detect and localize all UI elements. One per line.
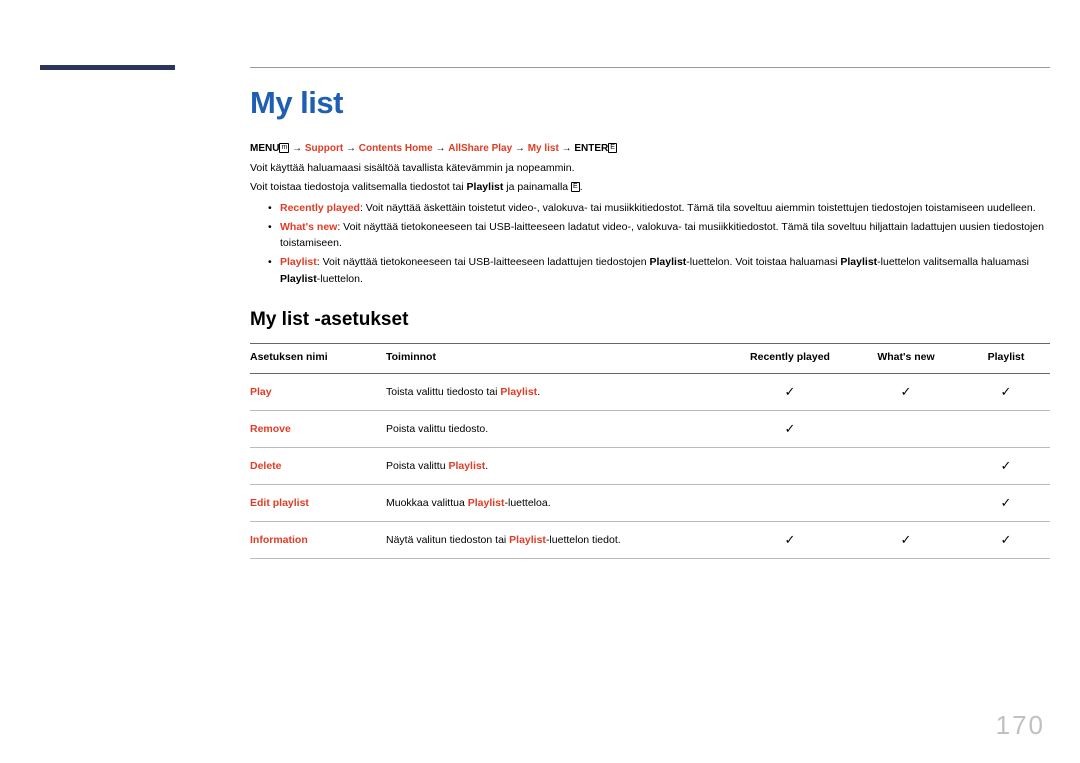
list-item: What's new: Voit näyttää tietokoneeseen …	[250, 219, 1050, 252]
intro-playlist-strong: Playlist	[467, 181, 504, 193]
bullet-text: : Voit näyttää äskettäin toistetut video…	[360, 202, 1036, 214]
intro-text-2c: ja painamalla	[503, 181, 571, 193]
bullet-text: : Voit näyttää tietokoneeseen tai USB-la…	[280, 221, 1044, 249]
subheading: My list -asetukset	[250, 309, 1050, 331]
check-cell	[730, 484, 850, 521]
list-item: Playlist: Voit näyttää tietokoneeseen ta…	[250, 254, 1050, 287]
setting-func-cell: Näytä valitun tiedoston tai Playlist-lue…	[386, 521, 730, 558]
setting-name-cell: Remove	[250, 410, 386, 447]
check-cell: ✓	[730, 410, 850, 447]
breadcrumb-allshare: AllShare Play	[448, 143, 512, 154]
check-cell: ✓	[962, 484, 1050, 521]
breadcrumb-arrow: →	[292, 143, 305, 154]
playlist-strong: Playlist	[650, 256, 687, 268]
table-row: Edit playlistMuokkaa valittua Playlist-l…	[250, 484, 1050, 521]
table-row: DeletePoista valittu Playlist. ✓	[250, 447, 1050, 484]
setting-func-cell: Poista valittu tiedosto.	[386, 410, 730, 447]
bullet-text: -luettelon.	[317, 273, 363, 285]
menu-icon: m	[279, 143, 289, 153]
bullet-lead: Playlist	[280, 256, 317, 268]
playlist-strong: Playlist	[840, 256, 877, 268]
check-cell: ✓	[962, 373, 1050, 410]
intro-text-2: Voit toistaa tiedostoja valitsemalla tie…	[250, 179, 1050, 195]
table-row: RemovePoista valittu tiedosto.✓	[250, 410, 1050, 447]
col-header-whats-new: What's new	[850, 343, 962, 373]
setting-name-cell: Play	[250, 373, 386, 410]
setting-func-cell: Poista valittu Playlist.	[386, 447, 730, 484]
setting-func-cell: Toista valittu tiedosto tai Playlist.	[386, 373, 730, 410]
bullet-text: -luettelon valitsemalla haluamasi	[877, 256, 1029, 268]
intro-text-1: Voit käyttää haluamaasi sisältöä tavalli…	[250, 160, 1050, 176]
check-cell	[850, 484, 962, 521]
setting-name-cell: Edit playlist	[250, 484, 386, 521]
enter-icon: E	[608, 143, 617, 153]
page-number: 170	[996, 710, 1045, 741]
bullet-lead: Recently played	[280, 202, 360, 214]
page-title: My list	[250, 85, 1050, 121]
breadcrumb-contents-home: Contents Home	[359, 143, 433, 154]
breadcrumb-arrow: →	[435, 143, 448, 154]
check-cell	[962, 410, 1050, 447]
bullet-list: Recently played: Voit näyttää äskettäin …	[250, 200, 1050, 287]
col-header-recently-played: Recently played	[730, 343, 850, 373]
breadcrumb-arrow: →	[346, 143, 359, 154]
bullet-text: : Voit näyttää tietokoneeseen tai USB-la…	[317, 256, 650, 268]
check-cell: ✓	[962, 521, 1050, 558]
intro-text-2a: Voit toistaa tiedostoja valitsemalla tie…	[250, 181, 467, 193]
col-header-func: Toiminnot	[386, 343, 730, 373]
breadcrumb-enter: ENTER	[574, 143, 608, 154]
setting-name-cell: Information	[250, 521, 386, 558]
check-cell: ✓	[850, 373, 962, 410]
list-item: Recently played: Voit näyttää äskettäin …	[250, 200, 1050, 216]
check-cell: ✓	[962, 447, 1050, 484]
breadcrumb-menu: MENU	[250, 143, 279, 154]
enter-icon: E	[571, 182, 580, 192]
check-cell	[730, 447, 850, 484]
page-content: My list MENUm → Support → Contents Home …	[250, 85, 1050, 559]
setting-func-cell: Muokkaa valittua Playlist-luetteloa.	[386, 484, 730, 521]
table-row: PlayToista valittu tiedosto tai Playlist…	[250, 373, 1050, 410]
check-cell: ✓	[730, 373, 850, 410]
col-header-name: Asetuksen nimi	[250, 343, 386, 373]
bullet-lead: What's new	[280, 221, 337, 233]
settings-table: Asetuksen nimi Toiminnot Recently played…	[250, 343, 1050, 559]
check-cell	[850, 410, 962, 447]
table-row: InformationNäytä valitun tiedoston tai P…	[250, 521, 1050, 558]
col-header-playlist: Playlist	[962, 343, 1050, 373]
check-cell: ✓	[730, 521, 850, 558]
playlist-strong: Playlist	[280, 273, 317, 285]
table-header-row: Asetuksen nimi Toiminnot Recently played…	[250, 343, 1050, 373]
breadcrumb-mylist: My list	[528, 143, 559, 154]
breadcrumb-arrow: →	[515, 143, 528, 154]
check-cell	[850, 447, 962, 484]
side-accent-bar	[40, 65, 175, 70]
breadcrumb: MENUm → Support → Contents Home → AllSha…	[250, 143, 1050, 154]
breadcrumb-arrow: →	[562, 143, 575, 154]
check-cell: ✓	[850, 521, 962, 558]
top-rule	[250, 67, 1050, 68]
breadcrumb-support: Support	[305, 143, 343, 154]
setting-name-cell: Delete	[250, 447, 386, 484]
bullet-text: -luettelon. Voit toistaa haluamasi	[686, 256, 840, 268]
